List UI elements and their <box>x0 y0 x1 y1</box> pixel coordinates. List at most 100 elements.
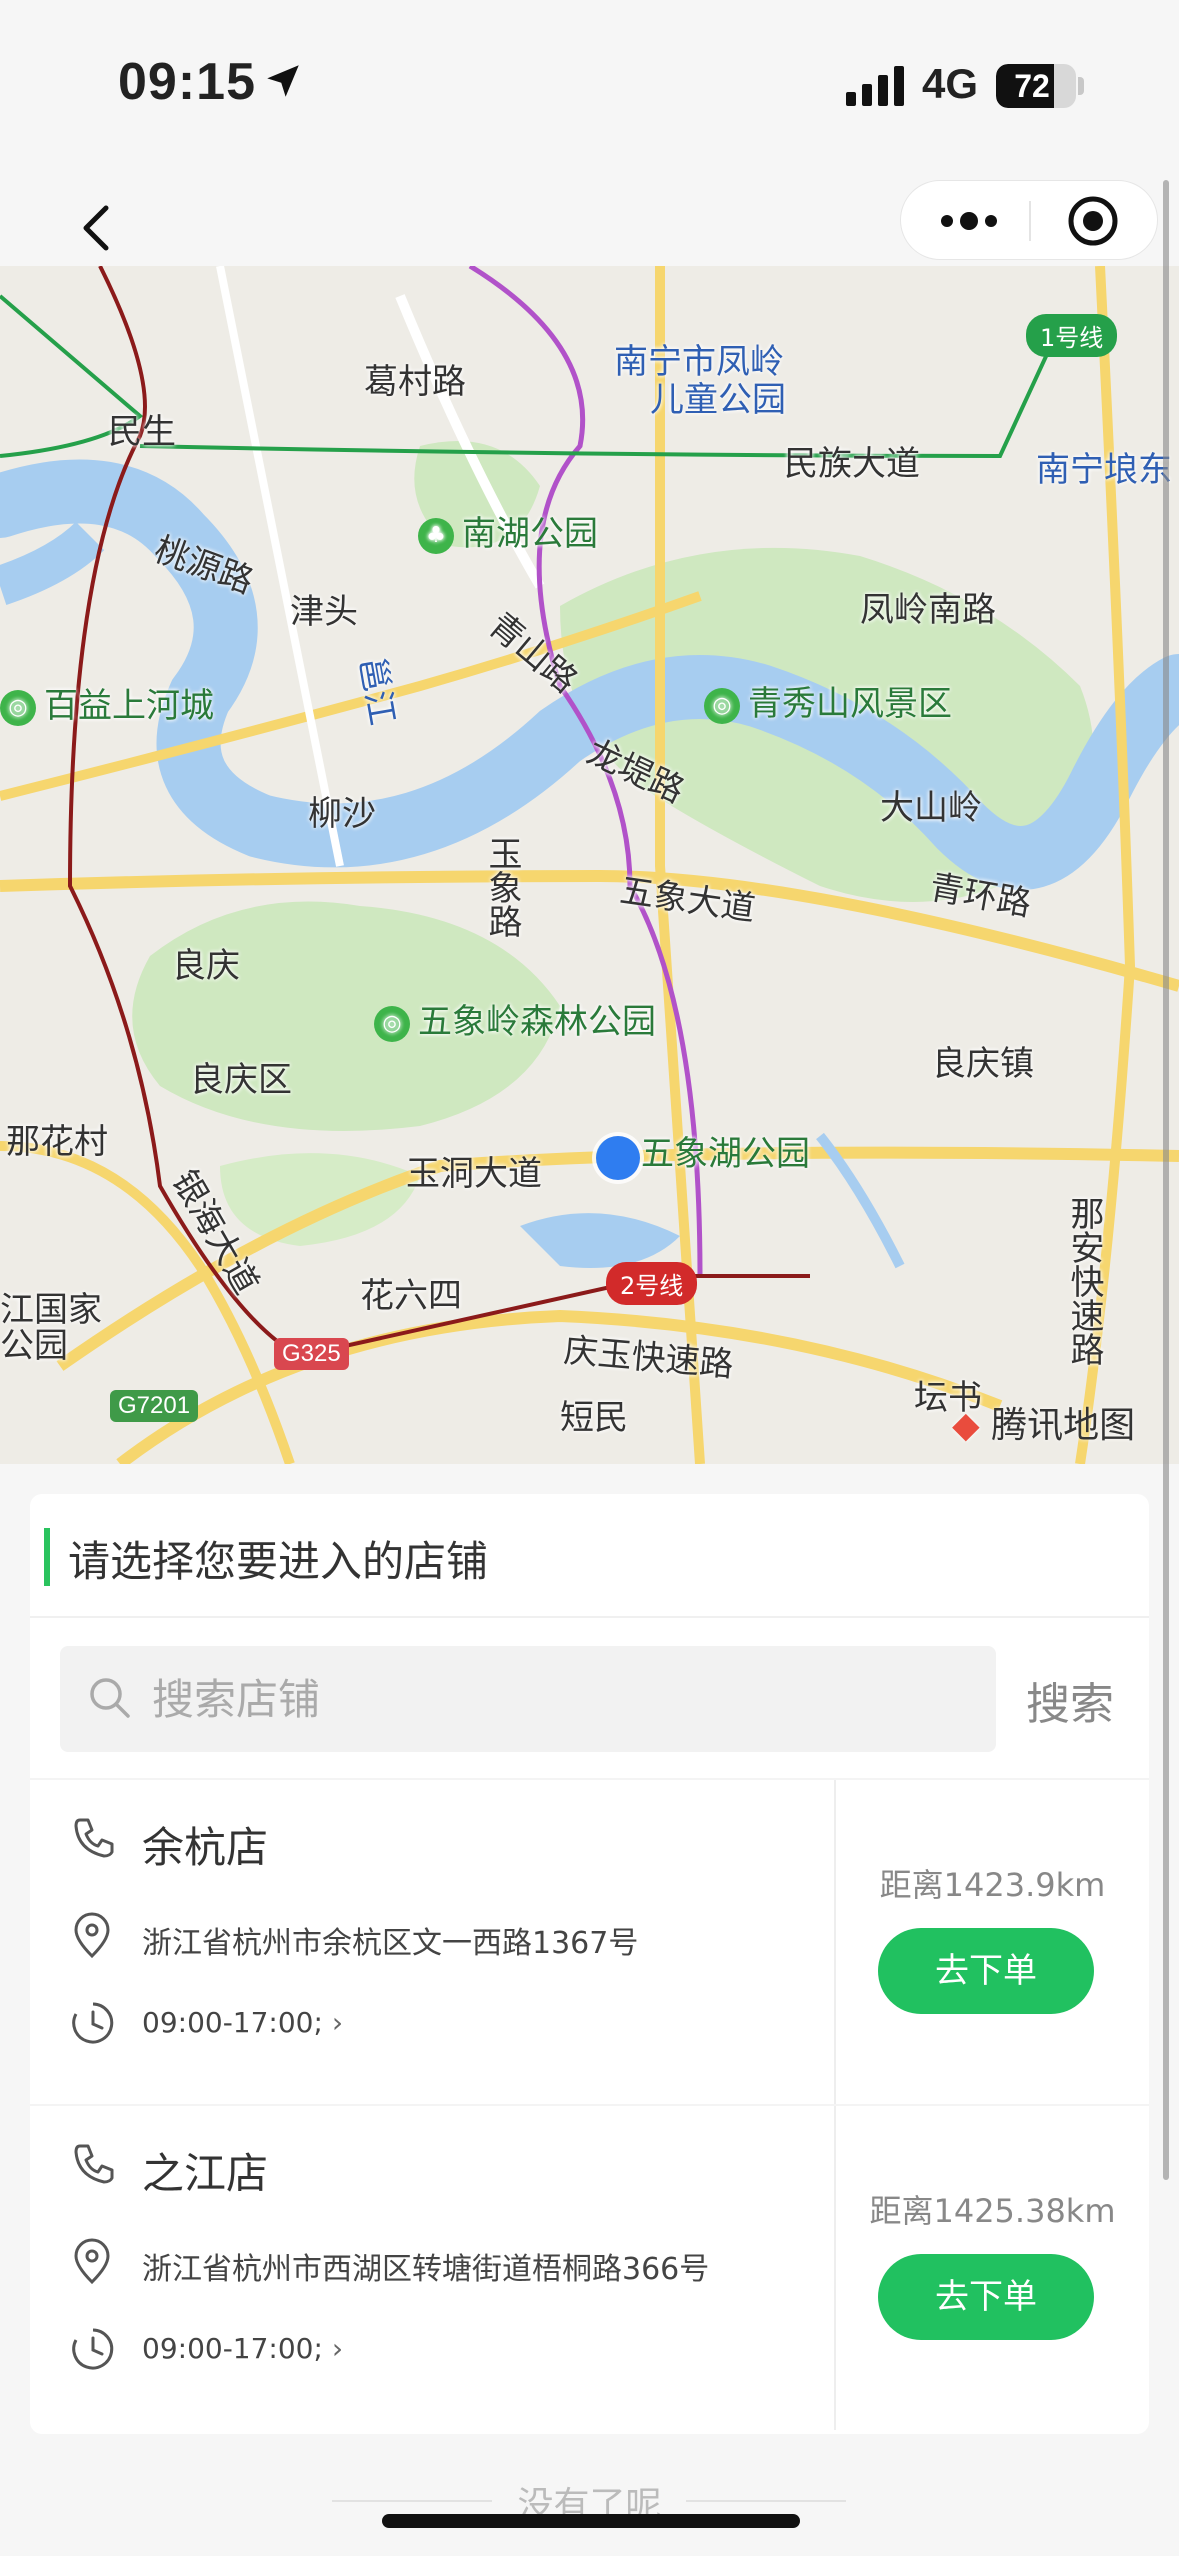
current-location-marker <box>596 1136 640 1180</box>
map-label-text: 青秀山风景区 <box>748 684 952 724</box>
map-label: ♣ 南湖公园 <box>418 506 598 555</box>
network-type: 4G <box>922 60 979 107</box>
store-address-row: 浙江省杭州市余杭区文一西路1367号 <box>70 1912 638 1964</box>
map-attribution: ◆ 腾讯地图 <box>952 1396 1135 1448</box>
location-pin-icon <box>74 1912 110 1959</box>
camera-icon: ◎ <box>374 1005 410 1042</box>
map-label: 津头 <box>290 592 358 632</box>
store-hours-text: 09:00-17:00; <box>142 2332 323 2365</box>
tree-icon: ♣ <box>418 517 454 554</box>
store-name: 余杭店 <box>142 1823 269 1872</box>
store-hours: 09:00-17:00; › <box>142 2332 343 2365</box>
store-address: 浙江省杭州市余杭区文一西路1367号 <box>142 1926 639 1961</box>
search-input[interactable] <box>152 1664 952 1734</box>
map-label-text: 百益上河城 <box>44 686 214 726</box>
target-close-icon[interactable] <box>1065 193 1121 249</box>
metro-line1-badge: 1号线 <box>1026 314 1118 357</box>
map-label: ◎ 五象岭森林公园 <box>374 994 656 1043</box>
map-view[interactable]: 葛村路 南宁市凤岭 儿童公园 民生 民族大道 南宁埌东 ♣ 南湖公园 桃源路 津头… <box>0 266 1179 1464</box>
tencent-map-logo-icon: ◆ <box>952 1405 980 1446</box>
store-info[interactable]: 余杭店 浙江省杭州市余杭区文一西路1367号 09:00-17:00; › <box>30 1780 836 2104</box>
cellular-signal-icon <box>846 66 904 106</box>
map-label: 南宁埌东 <box>1036 450 1172 490</box>
map-label-text: 五象湖公园 <box>640 1134 810 1174</box>
store-item[interactable]: 余杭店 浙江省杭州市余杭区文一西路1367号 09:00-17:00; › 距离… <box>30 1778 1149 2104</box>
map-label: 那安快速路 <box>1064 1196 1104 1366</box>
store-item[interactable]: 之江店 浙江省杭州市西湖区转塘街道梧桐路366号 09:00-17:00; › … <box>30 2104 1149 2430</box>
battery-tip <box>1078 77 1084 95</box>
map-label: 花六四 <box>360 1276 462 1316</box>
store-hours-row[interactable]: 09:00-17:00; › <box>70 2326 343 2376</box>
camera-icon: ◎ <box>704 687 740 724</box>
store-hours: 09:00-17:00; › <box>142 2006 343 2039</box>
map-label: 良庆镇 <box>932 1044 1034 1084</box>
store-actions: 距离1423.9km 去下单 <box>836 1780 1149 2104</box>
metro-line2-badge: 2号线 <box>606 1262 698 1305</box>
store-address-row: 浙江省杭州市西湖区转塘街道梧桐路366号 <box>70 2238 709 2290</box>
store-panel: 请选择您要进入的店铺 搜索 余杭店 浙江省杭州市余杭区文一西路1367号 09:… <box>30 1494 1149 2434</box>
order-button[interactable]: 去下单 <box>878 1928 1094 2014</box>
more-dots-icon[interactable] <box>939 203 999 239</box>
back-icon[interactable] <box>70 200 126 256</box>
map-label: 柳沙 <box>308 794 376 834</box>
location-arrow-icon <box>267 65 299 97</box>
home-indicator[interactable] <box>382 2514 800 2528</box>
scrollbar[interactable] <box>1163 180 1169 2180</box>
highway-badge: G7201 <box>110 1390 199 1422</box>
capsule-divider <box>1029 201 1031 241</box>
store-hours-text: 09:00-17:00; <box>142 2006 323 2039</box>
panel-header: 请选择您要进入的店铺 <box>30 1494 1149 1618</box>
mini-program-capsule <box>900 180 1158 260</box>
clock-icon <box>72 2002 114 2044</box>
map-label: 葛村路 <box>364 362 466 402</box>
panel-title: 请选择您要进入的店铺 <box>68 1537 489 1586</box>
map-label: 公园 <box>0 1326 68 1366</box>
nav-bar <box>0 170 1179 266</box>
battery-percent: 72 <box>1014 68 1050 104</box>
map-label-text: 五象岭森林公园 <box>418 1002 656 1042</box>
store-distance: 距离1425.38km <box>869 2192 1116 2230</box>
store-info[interactable]: 之江店 浙江省杭州市西湖区转塘街道梧桐路366号 09:00-17:00; › <box>30 2106 836 2430</box>
map-base <box>0 266 1179 1464</box>
search-icon <box>90 1678 130 1718</box>
store-hours-row[interactable]: 09:00-17:00; › <box>70 2000 343 2050</box>
map-label: 良庆区 <box>190 1060 292 1100</box>
store-name-row: 之江店 <box>70 2140 268 2198</box>
store-name-row: 余杭店 <box>70 1814 268 1872</box>
chevron-right-icon: › <box>331 2006 344 2039</box>
clock-icon <box>72 2328 114 2370</box>
map-label: 民生 <box>108 412 176 452</box>
map-attribution-text: 腾讯地图 <box>991 1405 1136 1446</box>
store-name: 之江店 <box>142 2149 269 2198</box>
search-box <box>60 1646 996 1752</box>
battery-icon: 72 <box>996 64 1076 108</box>
order-button[interactable]: 去下单 <box>878 2254 1094 2340</box>
store-distance: 距离1423.9km <box>879 1866 1106 1904</box>
map-label: 那花村 <box>6 1122 108 1162</box>
map-label: 凤岭南路 <box>860 590 996 630</box>
location-pin-icon <box>74 2238 110 2285</box>
status-bar: 09:15 4G 72 <box>0 0 1179 170</box>
accent-bar <box>44 1528 50 1586</box>
camera-icon: ◎ <box>0 689 36 726</box>
map-label: 短民 <box>560 1398 628 1438</box>
map-label: ◎ 青秀山风景区 <box>704 676 952 725</box>
map-label-text: 南湖公园 <box>462 514 598 554</box>
map-label: 大山岭 <box>880 788 982 828</box>
store-address: 浙江省杭州市西湖区转塘街道梧桐路366号 <box>142 2252 710 2287</box>
status-time: 09:15 <box>118 53 256 111</box>
map-label: 玉洞大道 <box>406 1154 542 1194</box>
chevron-right-icon: › <box>331 2332 344 2365</box>
map-label: 民族大道 <box>784 444 920 484</box>
search-button[interactable]: 搜索 <box>1026 1668 1114 1732</box>
divider <box>686 2500 846 2502</box>
highway-badge: G325 <box>274 1338 349 1370</box>
divider <box>332 2500 492 2502</box>
map-label: 良庆 <box>172 946 240 986</box>
map-label: 儿童公园 <box>650 380 786 420</box>
search-row: 搜索 <box>30 1618 1149 1778</box>
map-label: 玉象路 <box>482 836 522 938</box>
phone-icon[interactable] <box>70 1814 118 1862</box>
store-actions: 距离1425.38km 去下单 <box>836 2106 1149 2430</box>
phone-icon[interactable] <box>70 2140 118 2188</box>
